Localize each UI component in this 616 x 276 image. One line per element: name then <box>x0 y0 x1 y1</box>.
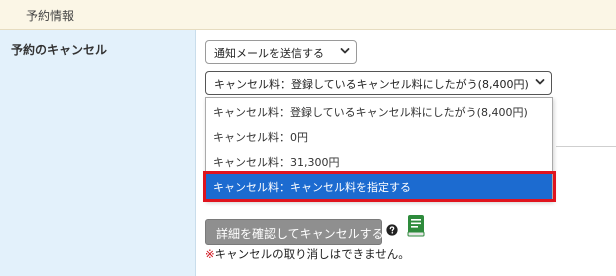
notify-mail-select[interactable]: 通知メールを送信する <box>205 40 357 64</box>
confirm-cancel-button[interactable]: 詳細を確認してキャンセルする <box>205 219 384 245</box>
book-icon[interactable] <box>406 214 426 238</box>
highlight-annotation <box>203 171 556 202</box>
dropdown-option-label: キャンセル料：31,300円 <box>213 156 340 169</box>
dropdown-option-label: キャンセル料：登録しているキャンセル料にしたがう(8,400円) <box>213 106 528 119</box>
notice-mark: ※ <box>205 247 215 261</box>
notice-text: キャンセルの取り消しはできません。 <box>214 247 410 261</box>
section-header: 予約情報 <box>0 0 616 30</box>
field-label-cell: 予約のキャンセル <box>0 30 196 276</box>
confirm-cancel-button-label: 詳細を確認してキャンセルする <box>216 227 384 241</box>
cancel-fee-select-value: キャンセル料：登録しているキャンセル料にしたがう(8,400円) <box>214 78 529 91</box>
divider <box>556 146 616 147</box>
chevron-down-icon <box>535 79 545 85</box>
dropdown-option[interactable]: キャンセル料：0円 <box>206 124 552 149</box>
field-label: 予約のキャンセル <box>11 43 108 57</box>
chevron-down-icon <box>340 48 350 54</box>
dropdown-option[interactable]: キャンセル料：登録しているキャンセル料にしたがう(8,400円) <box>206 99 552 124</box>
dropdown-option-label: キャンセル料：0円 <box>213 131 308 144</box>
section-title: 予約情報 <box>26 9 75 23</box>
question-circle-icon[interactable] <box>386 224 398 236</box>
cancel-notice: ※キャンセルの取り消しはできません。 <box>205 246 410 262</box>
notify-mail-select-value: 通知メールを送信する <box>214 47 324 60</box>
cancel-fee-select[interactable]: キャンセル料：登録しているキャンセル料にしたがう(8,400円) <box>205 71 552 95</box>
